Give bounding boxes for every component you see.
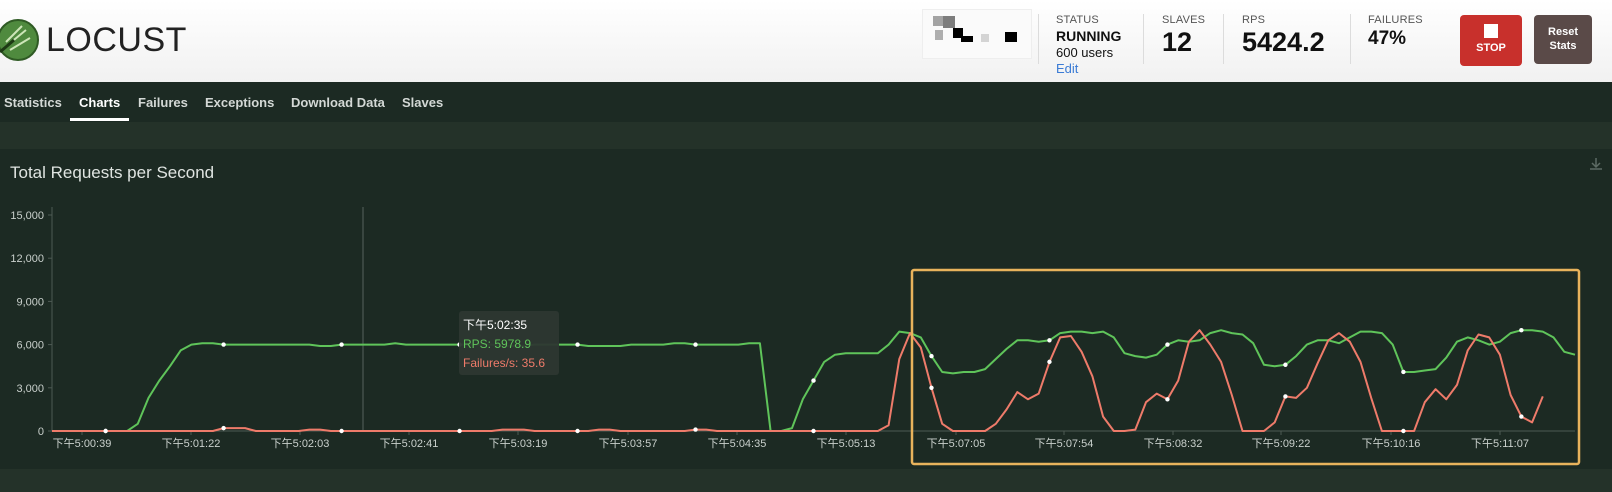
data-point bbox=[1047, 359, 1052, 365]
data-point bbox=[811, 378, 816, 383]
data-point bbox=[929, 353, 934, 359]
data-point bbox=[693, 342, 698, 347]
x-tick-label: 下午5:00:39 bbox=[53, 437, 112, 450]
top-bar: LOCUST STATUS RUNNING 600 users Edit SLA… bbox=[0, 0, 1612, 83]
x-tick-label: 下午5:03:19 bbox=[489, 437, 548, 450]
data-point bbox=[929, 385, 934, 390]
data-point bbox=[575, 428, 580, 434]
separator bbox=[1038, 14, 1039, 64]
tab-statistics[interactable]: Statistics bbox=[4, 95, 62, 110]
tab-charts[interactable]: Charts bbox=[79, 95, 120, 110]
data-point bbox=[1401, 428, 1406, 434]
data-point bbox=[1519, 414, 1524, 419]
data-point bbox=[1047, 338, 1052, 343]
x-tick-label: 下午5:05:13 bbox=[817, 437, 876, 450]
active-tab-indicator bbox=[70, 118, 129, 121]
x-tick-label: 下午5:10:16 bbox=[1362, 437, 1421, 450]
rps-block: RPS 5424.2 bbox=[1242, 14, 1325, 58]
bottom-band bbox=[0, 469, 1612, 492]
data-point bbox=[1283, 362, 1288, 367]
stop-button[interactable]: STOP bbox=[1460, 15, 1522, 66]
locust-logo-icon bbox=[0, 19, 39, 61]
x-tick-label: 下午5:04:35 bbox=[708, 437, 767, 450]
x-tick-label: 下午5:08:32 bbox=[1144, 437, 1203, 450]
slaves-block: SLAVES 12 bbox=[1162, 14, 1205, 58]
y-tick-label: 3,000 bbox=[16, 383, 44, 395]
data-point bbox=[457, 428, 462, 434]
status-label: STATUS bbox=[1056, 14, 1099, 26]
x-tick-label: 下午5:02:03 bbox=[271, 437, 330, 450]
x-tick-label: 下午5:09:22 bbox=[1252, 437, 1311, 450]
data-point bbox=[221, 342, 226, 347]
x-tick-label: 下午5:01:22 bbox=[162, 437, 221, 450]
x-tick-label: 下午5:11:07 bbox=[1471, 437, 1529, 450]
data-point bbox=[103, 428, 108, 434]
edit-link[interactable]: Edit bbox=[1056, 61, 1121, 76]
tab-download-data[interactable]: Download Data bbox=[291, 95, 385, 110]
rps-value: 5424.2 bbox=[1242, 27, 1325, 57]
reset-stats-button[interactable]: Reset Stats bbox=[1534, 15, 1592, 64]
tooltip-time: 下午5:02:35 bbox=[463, 318, 527, 332]
data-point bbox=[221, 425, 226, 431]
slaves-label: SLAVES bbox=[1162, 14, 1206, 26]
y-tick-label: 15,000 bbox=[10, 210, 44, 222]
tab-failures[interactable]: Failures bbox=[138, 95, 188, 110]
separator bbox=[1223, 14, 1224, 64]
data-point bbox=[1283, 394, 1288, 399]
data-point bbox=[1165, 342, 1170, 347]
status-value: RUNNING bbox=[1056, 28, 1122, 44]
data-point bbox=[339, 342, 344, 347]
x-tick-label: 下午5:02:41 bbox=[380, 437, 439, 450]
y-tick-label: 6,000 bbox=[16, 340, 44, 352]
separator bbox=[1350, 14, 1351, 64]
status-block: STATUS RUNNING 600 users Edit bbox=[1056, 14, 1121, 76]
reset-label: Reset bbox=[1548, 26, 1578, 38]
tooltip-failures: Failures/s: 35.6 bbox=[463, 356, 545, 370]
chart-panel: Total Requests per Second 15,000 12,000 9,… bbox=[0, 149, 1612, 469]
x-tick-label: 下午5:07:54 bbox=[1035, 437, 1094, 450]
logo[interactable]: LOCUST bbox=[0, 16, 187, 64]
y-tick-label: 0 bbox=[38, 426, 44, 438]
data-point bbox=[693, 427, 698, 432]
tab-bar: Statistics Charts Failures Exceptions Do… bbox=[0, 82, 1612, 122]
spacer-band bbox=[0, 122, 1612, 149]
separator bbox=[1143, 14, 1144, 64]
data-point bbox=[575, 342, 580, 347]
highlight-box bbox=[910, 268, 1581, 466]
data-point bbox=[1401, 369, 1406, 375]
stats-label: Stats bbox=[1549, 40, 1577, 52]
data-point bbox=[339, 428, 344, 434]
data-point bbox=[1165, 397, 1170, 402]
y-tick-label: 9,000 bbox=[16, 296, 44, 308]
failures-value: 47% bbox=[1368, 28, 1407, 49]
tab-slaves[interactable]: Slaves bbox=[402, 95, 443, 110]
user-count: 600 users bbox=[1056, 45, 1114, 60]
data-point bbox=[811, 428, 816, 434]
tab-exceptions[interactable]: Exceptions bbox=[205, 95, 274, 110]
host-image bbox=[922, 9, 1032, 59]
tooltip-rps: RPS: 5978.9 bbox=[463, 337, 531, 351]
failures-label: FAILURES bbox=[1368, 14, 1423, 26]
stop-square-icon bbox=[1484, 24, 1498, 38]
rps-chart[interactable]: 15,000 12,000 9,000 6,000 3,000 0 下午5:00:39 下午5… bbox=[0, 149, 1612, 469]
y-tick-label: 12,000 bbox=[10, 253, 44, 265]
x-tick-label: 下午5:03:57 bbox=[599, 437, 658, 450]
rps-label: RPS bbox=[1242, 14, 1266, 26]
app-name: LOCUST bbox=[46, 20, 187, 59]
data-point bbox=[1519, 328, 1524, 333]
x-tick-label: 下午5:07:05 bbox=[927, 437, 986, 450]
stop-label: STOP bbox=[1476, 42, 1506, 54]
failures-block: FAILURES 47% bbox=[1368, 14, 1423, 50]
slaves-value: 12 bbox=[1162, 27, 1193, 57]
